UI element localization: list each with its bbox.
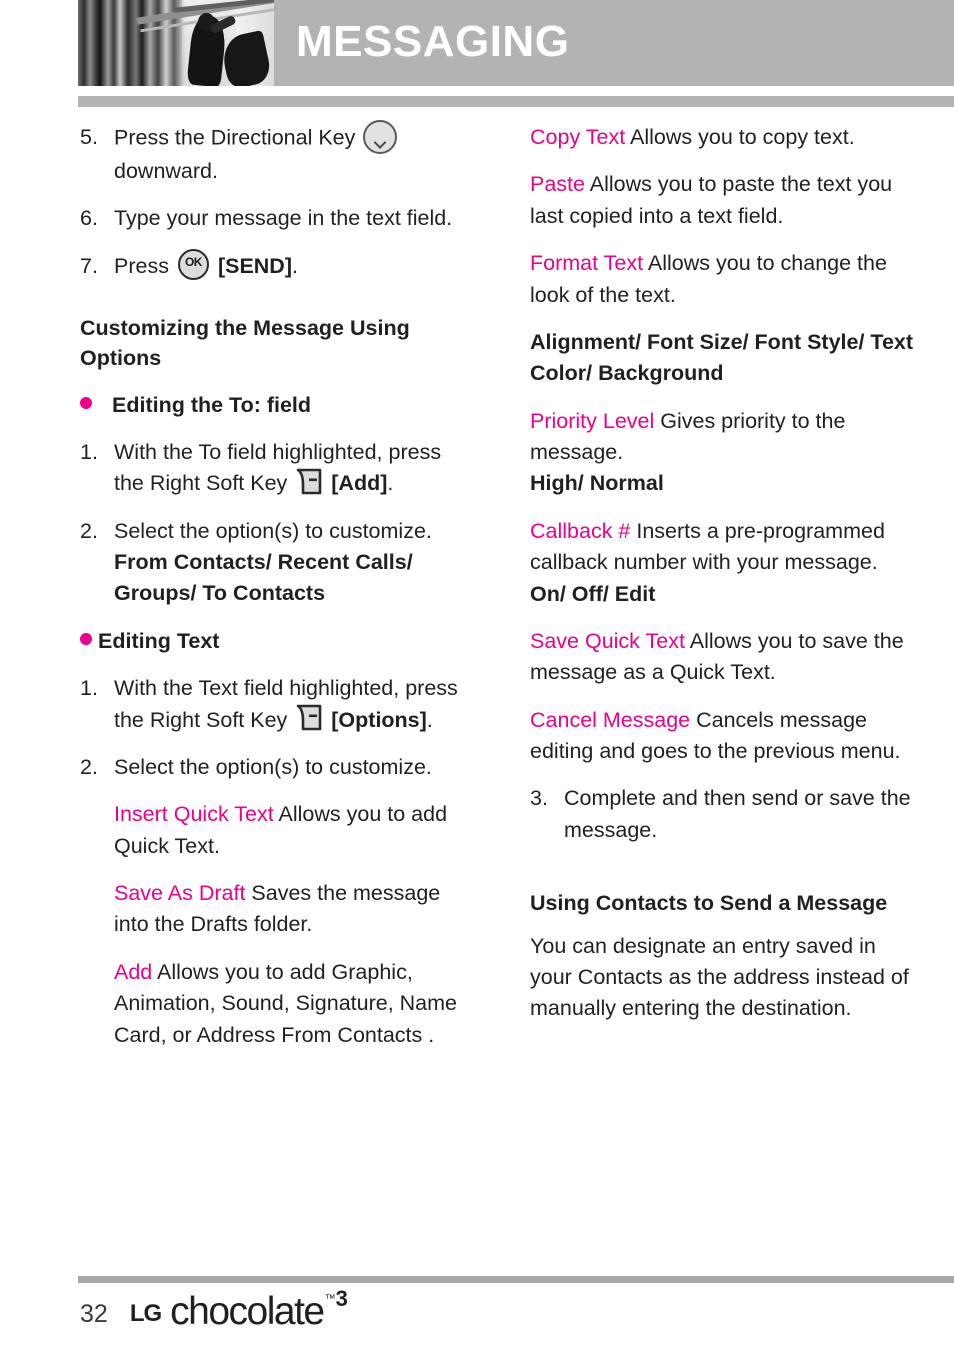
contacts-body-text: You can designate an entry saved in your… bbox=[530, 933, 909, 1021]
option-term: Copy Text bbox=[530, 125, 626, 149]
option-term: Format Text bbox=[530, 251, 644, 276]
step-number: 6. bbox=[80, 206, 98, 231]
bullet-dot-icon bbox=[80, 396, 92, 409]
step-text: Select the option(s) to customize. bbox=[114, 754, 432, 779]
option-term: Callback # bbox=[530, 518, 631, 543]
softkey-label: [Options] bbox=[331, 707, 427, 732]
section-heading-using-contacts: Using Contacts to Send a Message bbox=[530, 891, 888, 916]
option-entry: Paste Allows you to paste the text you l… bbox=[530, 169, 918, 232]
step-body: With the To field highlighted, press the… bbox=[114, 437, 468, 500]
footer-divider bbox=[78, 1276, 954, 1283]
option-entry: Callback # Inserts a pre-programmed call… bbox=[530, 516, 918, 610]
step-number: 2. bbox=[80, 754, 98, 779]
header-photo bbox=[78, 0, 274, 86]
numbered-step: 1. With the To field highlighted, press … bbox=[80, 437, 468, 500]
option-values: High/ Normal bbox=[530, 471, 664, 496]
step-text: Complete and then send or save the messa… bbox=[564, 786, 911, 842]
trademark-icon: ™ bbox=[324, 1293, 336, 1305]
option-term: Paste bbox=[530, 172, 585, 197]
option-entry: Save Quick Text Allows you to save the m… bbox=[530, 626, 918, 689]
option-entry: Priority Level Gives priority to the mes… bbox=[530, 406, 918, 500]
page-title: MESSAGING bbox=[296, 17, 570, 66]
step-body: Press OK [SEND]. bbox=[114, 248, 468, 283]
option-term: Add bbox=[114, 959, 153, 984]
option-entry: Cancel Message Cancels message editing a… bbox=[530, 705, 918, 768]
option-description: Allows you to copy text. bbox=[625, 125, 855, 149]
bullet-label: Editing the To: field bbox=[112, 392, 312, 417]
step-text: Press bbox=[114, 253, 169, 278]
numbered-step: 2. Select the option(s) to customize. Fr… bbox=[80, 516, 468, 610]
step-number: 2. bbox=[80, 518, 98, 543]
section-heading-customizing: Customizing the Message Using Options bbox=[80, 315, 410, 371]
option-entry: Format Text Allows you to change the loo… bbox=[530, 248, 918, 311]
bullet-dot-icon bbox=[80, 632, 92, 645]
step-body: Press the Directional Key downward. bbox=[114, 120, 468, 187]
option-values: From Contacts/ Recent Calls/ Groups/ To … bbox=[114, 550, 413, 606]
softkey-label: [SEND] bbox=[217, 253, 292, 278]
step-text-end: . bbox=[292, 253, 298, 278]
left-column: 5. Press the Directional Key downward. 6… bbox=[80, 120, 468, 1067]
option-term: Insert Quick Text bbox=[114, 802, 274, 827]
numbered-step: 3. Complete and then send or save the me… bbox=[530, 783, 918, 846]
step-text-end: . bbox=[426, 707, 433, 732]
step-body: Select the option(s) to customize. From … bbox=[114, 516, 468, 610]
logo-chocolate-text: chocolate bbox=[170, 1290, 325, 1333]
option-term: Cancel Message bbox=[530, 707, 691, 732]
ok-key-icon: OK bbox=[177, 248, 209, 280]
option-entry: Add Allows you to add Graphic, Animation… bbox=[114, 957, 468, 1051]
bullet-editing-to-field: Editing the To: field bbox=[80, 390, 468, 421]
numbered-step: 6. Type your message in the text field. bbox=[80, 203, 468, 234]
page-header: MESSAGING bbox=[78, 0, 954, 86]
step-body: With the Text field highlighted, press t… bbox=[114, 673, 468, 736]
directional-key-down-icon bbox=[363, 120, 398, 154]
option-values-block: Alignment/ Font Size/ Font Style/ Text C… bbox=[530, 327, 918, 390]
option-entry: Insert Quick Text Allows you to add Quic… bbox=[114, 799, 468, 862]
step-number: 3. bbox=[530, 786, 548, 811]
page-footer: 32 LG chocolate ™ 3 bbox=[80, 1286, 348, 1333]
step-text: Select the option(s) to customize. bbox=[114, 518, 432, 543]
bullet-editing-text: Editing Text bbox=[80, 626, 468, 657]
step-text: Type your message in the text field. bbox=[114, 206, 453, 231]
option-values: On/ Off/ Edit bbox=[530, 581, 656, 606]
step-number: 1. bbox=[80, 676, 98, 701]
numbered-step: 7. Press OK [SEND]. bbox=[80, 248, 468, 283]
option-values: Alignment/ Font Size/ Font Style/ Text C… bbox=[530, 329, 914, 386]
logo-version-number: 3 bbox=[335, 1286, 348, 1311]
softkey-label: [Add] bbox=[331, 471, 388, 496]
option-term: Save Quick Text bbox=[530, 628, 685, 653]
header-divider bbox=[78, 96, 954, 107]
option-description: Allows you to add Graphic, Animation, So… bbox=[114, 959, 458, 1047]
option-term: Priority Level bbox=[530, 408, 655, 433]
right-soft-key-icon bbox=[296, 704, 322, 731]
option-entry: Copy Text Allows you to copy text. bbox=[530, 122, 918, 153]
step-number: 1. bbox=[80, 439, 98, 464]
step-number: 7. bbox=[80, 253, 98, 278]
step-text-end: . bbox=[387, 471, 394, 496]
option-entry: Save As Draft Saves the message into the… bbox=[114, 878, 468, 941]
option-description: Allows you to paste the text you last co… bbox=[530, 172, 893, 228]
option-term: Save As Draft bbox=[114, 881, 246, 906]
lg-chocolate-logo: LG chocolate ™ 3 bbox=[129, 1286, 348, 1333]
numbered-step: 2. Select the option(s) to customize. bbox=[80, 752, 468, 783]
logo-lg-text: LG bbox=[129, 1300, 162, 1327]
right-column: Copy Text Allows you to copy text. Paste… bbox=[530, 122, 918, 1041]
step-text: Press the Directional Key bbox=[114, 125, 356, 150]
step-number: 5. bbox=[80, 125, 98, 149]
right-soft-key-icon bbox=[296, 468, 322, 495]
bullet-label: Editing Text bbox=[98, 628, 220, 653]
page-number: 32 bbox=[80, 1300, 108, 1328]
numbered-step: 1. With the Text field highlighted, pres… bbox=[80, 673, 468, 736]
step-text-continued: downward. bbox=[114, 159, 218, 183]
numbered-step: 5. Press the Directional Key downward. bbox=[80, 120, 468, 187]
